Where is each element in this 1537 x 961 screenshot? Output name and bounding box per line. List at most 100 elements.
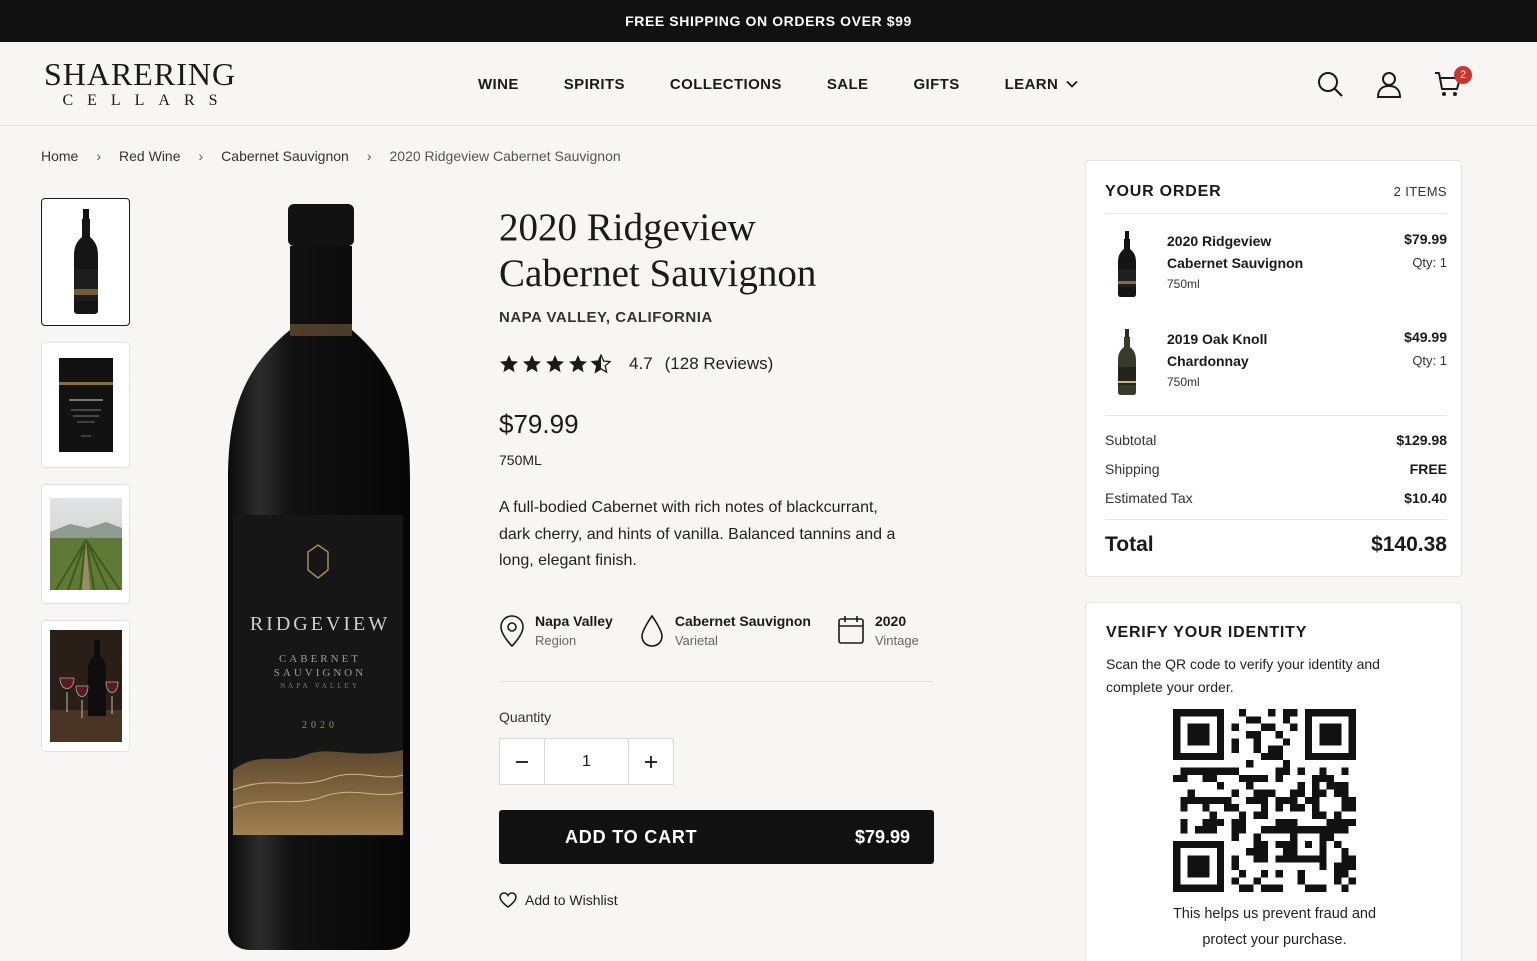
drop-icon	[641, 614, 663, 647]
attribute-value: Cabernet Sauvignon	[674, 613, 811, 629]
attribute-label: Varietal	[674, 633, 718, 648]
add-to-wishlist-link[interactable]: Add to Wishlist	[499, 892, 618, 908]
attribute-label: Region	[535, 633, 577, 648]
label-line2: SAUVIGNON	[274, 667, 366, 679]
search-icon[interactable]	[1316, 70, 1344, 98]
subtotal-label: Subtotal	[1105, 432, 1157, 448]
add-to-cart-button[interactable]: ADD TO CART $79.99	[499, 810, 934, 864]
wishlist-label: Add to Wishlist	[525, 892, 618, 908]
label-line3: NAPA VALLEY	[280, 682, 360, 690]
order-item-volume: 750ml	[1167, 375, 1200, 389]
nav-item-wine[interactable]: WINE	[478, 76, 519, 93]
wine-bottle-image	[1118, 329, 1136, 395]
product-region: NAPA VALLEY, CALIFORNIA	[499, 309, 713, 326]
nav-item-sale[interactable]: SALE	[827, 76, 869, 93]
quantity-input[interactable]: 1	[544, 739, 629, 784]
label-closeup-image	[58, 358, 113, 452]
product-main-image: RIDGEVIEW CABERNET SAUVIGNON NAPA VALLEY…	[140, 190, 480, 961]
rating-value: 4.7	[629, 354, 653, 373]
site-header: SHARERING CELLARS WINE SPIRITS COLLECTIO…	[0, 42, 1537, 126]
breadcrumb-separator-icon: ›	[198, 148, 204, 164]
order-item-price: $79.99	[1404, 231, 1447, 247]
tax-label: Estimated Tax	[1105, 490, 1193, 506]
verify-identity-panel: VERIFY YOUR IDENTITY Scan the QR code to…	[1085, 602, 1462, 961]
breadcrumb-current: 2020 Ridgeview Cabernet Sauvignon	[389, 148, 621, 164]
calendar-icon	[838, 616, 864, 644]
review-count[interactable]: (128 Reviews)	[665, 354, 774, 374]
nav-label: SALE	[826, 75, 869, 93]
wine-bottle-image	[73, 209, 98, 314]
order-summary-panel: YOUR ORDER 2 ITEMS 2020 Ridgeview Cabern…	[1085, 160, 1462, 577]
breadcrumb-separator-icon: ›	[96, 148, 102, 164]
breadcrumb-separator-icon: ›	[366, 148, 372, 164]
total-label: Total	[1105, 533, 1154, 556]
nav-label: SPIRITS	[563, 75, 625, 93]
attribute-value: Napa Valley	[535, 613, 613, 629]
breadcrumb-cabernet[interactable]: Cabernet Sauvignon	[221, 148, 349, 164]
nav-label: GIFTS	[913, 75, 960, 93]
attribute-value: 2020	[874, 613, 907, 629]
product-rating[interactable]: 4.7 (128 Reviews)	[499, 354, 773, 374]
verify-instructions: Scan the QR code to verify your identity…	[1106, 656, 1380, 695]
shipping-value: FREE	[1409, 461, 1447, 477]
breadcrumb-home[interactable]: Home	[41, 148, 78, 164]
label-brand: RIDGEVIEW	[250, 613, 390, 635]
heart-icon	[499, 892, 517, 908]
tax-value: $10.40	[1404, 490, 1447, 506]
order-header: YOUR ORDER 2 ITEMS	[1105, 183, 1447, 201]
verify-footer: This helps us prevent fraud and protect …	[1086, 901, 1463, 953]
location-pin-icon	[500, 615, 524, 648]
order-item-price: $49.99	[1404, 329, 1447, 345]
star-rating	[499, 354, 611, 374]
product-price: $79.99	[499, 409, 579, 439]
verify-footer-text: This helps us prevent fraud and protect …	[1172, 906, 1377, 948]
thumbnail-vineyard[interactable]	[41, 484, 130, 604]
quantity-decrease-button[interactable]	[500, 739, 544, 784]
product-title: 2020 Ridgeview Cabernet Sauvignon	[499, 205, 816, 297]
nav-item-learn[interactable]: LEARN	[1005, 76, 1079, 93]
promo-banner: FREE SHIPPING ON ORDERS OVER $99	[0, 0, 1537, 42]
brand-name: SHARERING	[43, 56, 237, 92]
stars-icon	[500, 354, 611, 373]
label-year: 2020	[302, 720, 338, 731]
order-item: 2020 Ridgeview Cabernet Sauvignon 750ml …	[1105, 231, 1447, 303]
total-value: $140.38	[1371, 533, 1447, 556]
add-to-cart-label: ADD TO CART	[565, 826, 698, 847]
wine-bottle-image	[1118, 231, 1136, 297]
divider	[1105, 519, 1447, 520]
minus-icon	[516, 760, 528, 763]
main-nav: WINE SPIRITS COLLECTIONS SALE GIFTS LEAR…	[478, 42, 1123, 126]
nav-label: WINE	[478, 75, 519, 93]
nav-label: LEARN	[1004, 75, 1059, 93]
order-title: YOUR ORDER	[1105, 183, 1222, 200]
quantity-increase-button[interactable]	[629, 739, 673, 784]
breadcrumb-red-wine[interactable]: Red Wine	[119, 148, 180, 164]
thumbnail-bottle-label[interactable]	[41, 342, 130, 468]
quantity-stepper: 1	[499, 738, 674, 785]
nav-item-spirits[interactable]: SPIRITS	[564, 76, 625, 93]
product-size: 750ML	[499, 452, 542, 468]
order-item-name: 2019 Oak Knoll Chardonnay	[1167, 331, 1268, 369]
qr-code-icon[interactable]	[1173, 709, 1356, 892]
shipping-row: Shipping FREE	[1105, 461, 1447, 477]
subtotal-row: Subtotal $129.98	[1105, 432, 1447, 448]
attribute-vintage: 2020 Vintage	[837, 612, 919, 652]
brand-logo[interactable]: SHARERING CELLARS	[40, 58, 240, 111]
order-item-qty: Qty: 1	[1412, 353, 1447, 368]
tax-row: Estimated Tax $10.40	[1105, 490, 1447, 506]
user-icon[interactable]	[1375, 70, 1403, 98]
thumbnail-glasses[interactable]	[41, 620, 130, 752]
order-item-qty: Qty: 1	[1412, 255, 1447, 270]
divider	[1105, 415, 1447, 416]
nav-item-gifts[interactable]: GIFTS	[913, 76, 959, 93]
promo-text: FREE SHIPPING ON ORDERS OVER $99	[625, 13, 912, 29]
plus-icon	[645, 755, 657, 768]
order-item: 2019 Oak Knoll Chardonnay 750ml $49.99 Q…	[1105, 329, 1447, 401]
nav-item-collections[interactable]: COLLECTIONS	[670, 76, 782, 93]
thumbnail-bottle-front[interactable]	[41, 198, 130, 326]
product-title-line1: 2020 Ridgeview	[499, 206, 756, 249]
verify-title: VERIFY YOUR IDENTITY	[1106, 624, 1308, 641]
product-attributes: Napa Valley Region Cabernet Sauvignon Va…	[499, 612, 945, 652]
attribute-region: Napa Valley Region	[499, 612, 613, 652]
attribute-varietal: Cabernet Sauvignon Varietal	[639, 612, 811, 652]
